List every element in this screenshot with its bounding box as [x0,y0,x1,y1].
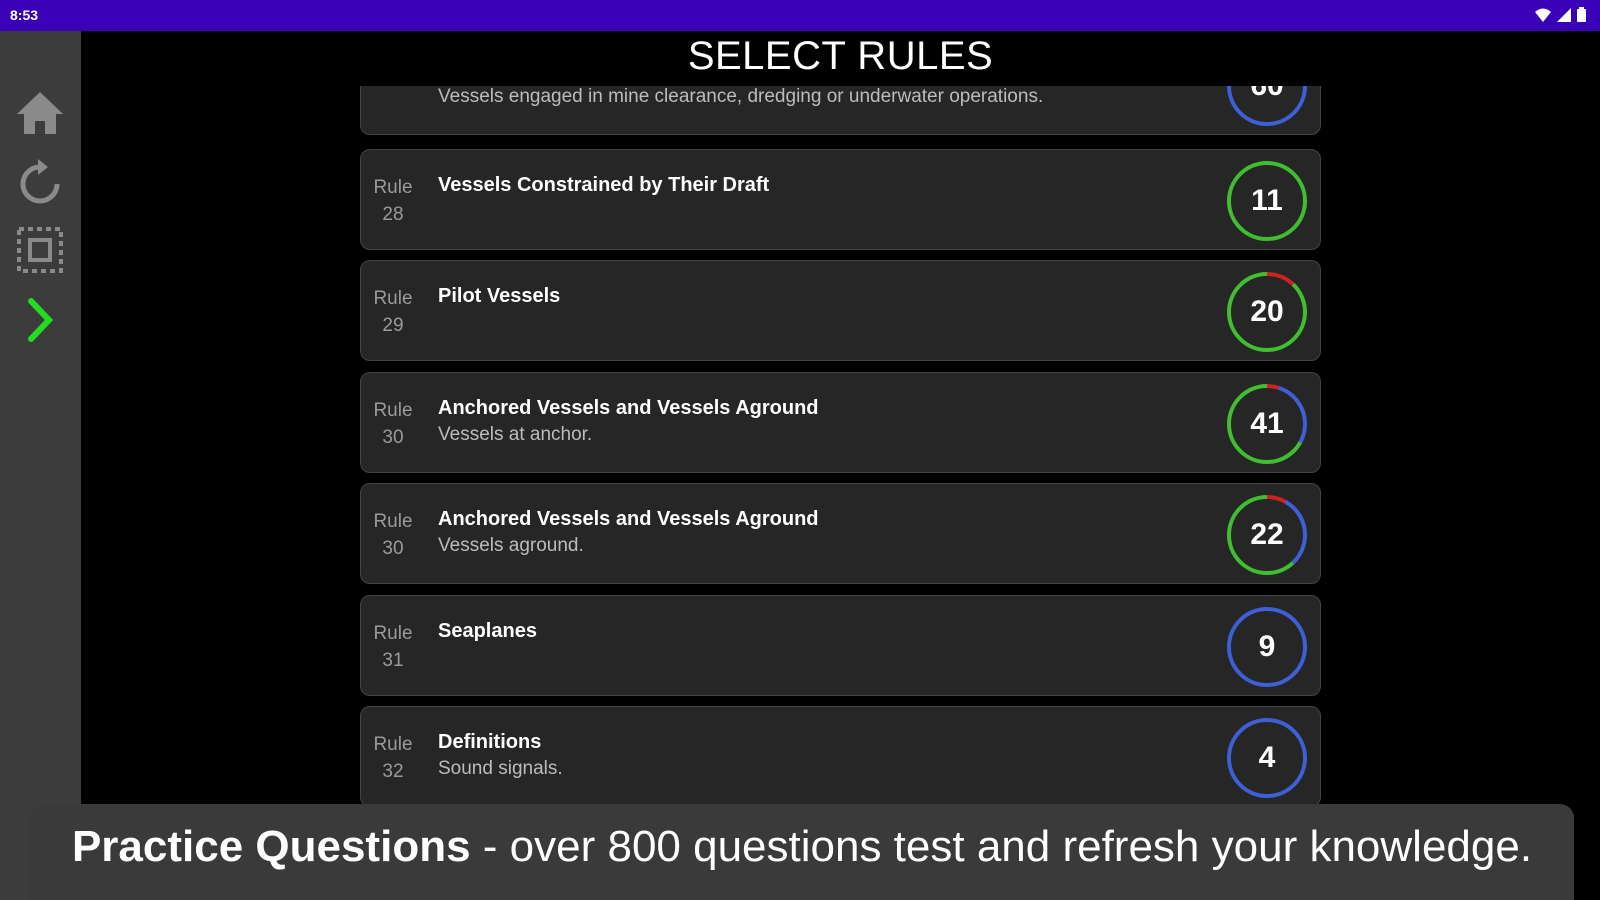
chevron-right-icon [28,298,54,342]
rule-number: Rule 30 [373,397,413,451]
banner-rest-text: - over 800 questions test and refresh yo… [470,822,1533,871]
rule-card[interactable]: Rule 30 Anchored Vessels and Vessels Agrou… [360,372,1321,473]
rule-prefix: Rule [373,177,413,198]
rule-list[interactable]: 27Vessels engaged in mine clearance, dre… [360,86,1321,806]
rule-prefix: Rule [373,400,413,421]
promo-banner: Practice Questions - over 800 questions … [30,804,1574,900]
rule-number: Rule 29 [373,285,413,339]
rule-prefix: Rule [373,734,413,755]
rule-number: Rule 31 [373,620,413,674]
banner-text: Practice Questions - over 800 questions … [30,822,1574,872]
rule-title: Definitions [438,731,542,753]
rule-card[interactable]: Rule 31 Seaplanes 9 [360,595,1321,696]
question-count-ring: 9 [1224,604,1310,690]
rule-prefix: Rule [373,623,413,644]
rule-title: Seaplanes [438,620,537,642]
home-button[interactable] [13,86,67,140]
question-count-ring: 11 [1224,158,1310,244]
rule-number: Rule 32 [373,731,413,785]
rule-subtitle: Vessels at anchor. [438,424,593,445]
rule-number-value: 28 [382,204,404,225]
status-bar: 8:53 [0,0,1600,31]
home-icon [17,92,63,134]
rule-subtitle: Vessels engaged in mine clearance, dredg… [438,86,1044,107]
refresh-button[interactable] [13,155,67,209]
rule-number-value: 30 [382,538,404,559]
rule-title: Anchored Vessels and Vessels Aground [438,508,819,530]
rule-subtitle: Sound signals. [438,758,563,779]
rule-card[interactable]: Rule 28 Vessels Constrained by Their Draft… [360,149,1321,250]
sidebar [0,31,81,900]
rule-prefix: Rule [373,511,413,532]
rule-card[interactable]: Rule 29 Pilot Vessels 20 [360,260,1321,361]
rule-card[interactable]: Rule 32 Definitions Sound signals. 4 [360,706,1321,806]
rule-subtitle: Vessels aground. [438,535,584,556]
wifi-icon [1535,8,1551,22]
rule-number: Rule 28 [373,174,413,228]
question-count: 41 [1250,407,1284,440]
rule-number-value: 32 [382,761,404,782]
question-count-ring: 4 [1224,715,1310,801]
question-count-ring: 22 [1224,492,1310,578]
rule-title: Pilot Vessels [438,285,561,307]
rule-card[interactable]: 27Vessels engaged in mine clearance, dre… [360,86,1321,135]
rule-number: Rule 30 [373,508,413,562]
question-count: 20 [1250,295,1284,328]
rule-card[interactable]: Rule 30 Anchored Vessels and Vessels Agrou… [360,483,1321,584]
question-count: 11 [1251,184,1283,217]
rule-number-value: 29 [382,315,404,336]
question-count: 4 [1258,741,1276,774]
question-count-ring: 60 [1224,86,1310,129]
rule-number-value: 30 [382,427,404,448]
battery-icon [1577,7,1586,22]
rule-title: Vessels Constrained by Their Draft [438,174,770,196]
question-count: 22 [1250,518,1284,551]
question-count-ring: 41 [1224,381,1310,467]
rule-number-value: 31 [382,650,404,671]
question-count-ring: 20 [1224,269,1310,355]
rule-title: Anchored Vessels and Vessels Aground [438,397,819,419]
select-all-button[interactable] [13,223,67,277]
page-title: SELECT RULES [687,34,994,78]
question-count: 9 [1258,630,1276,663]
select-all-icon [17,227,63,273]
rule-prefix: Rule [373,288,413,309]
signal-icon [1557,7,1571,22]
question-count: 60 [1224,86,1310,129]
next-button[interactable] [13,293,67,347]
status-time: 8:53 [10,7,39,23]
refresh-icon [20,159,60,204]
banner-bold-text: Practice Questions [71,822,471,871]
